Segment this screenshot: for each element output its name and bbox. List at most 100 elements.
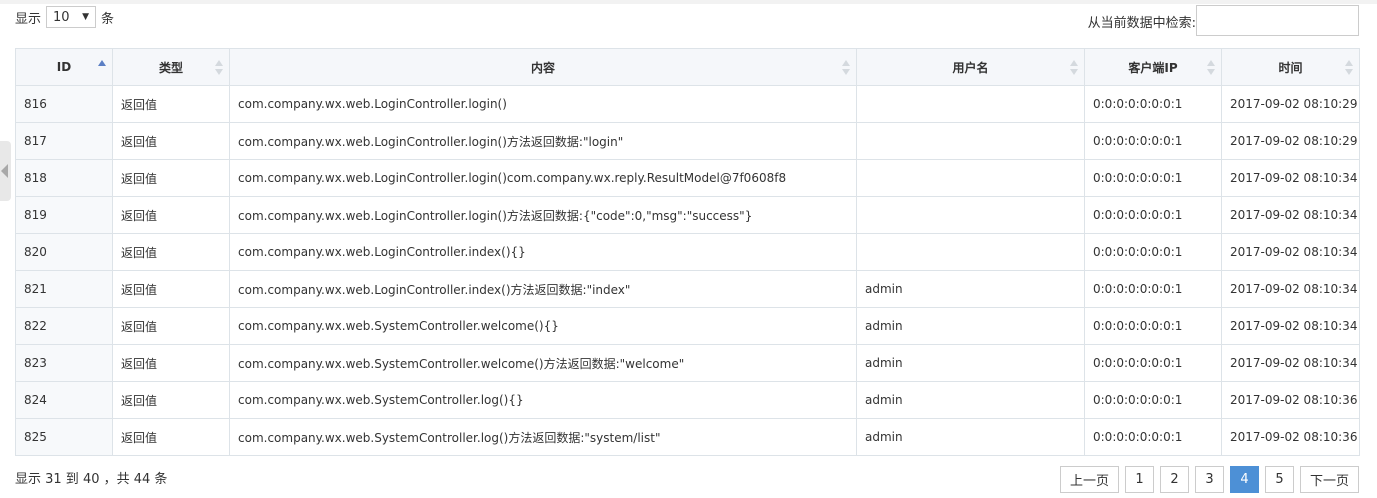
log-table: ID 类型 内容 用户名 客户端IP 时间 816 返回值 com.company.wx.we… [15, 48, 1360, 456]
chevron-left-icon [1, 164, 8, 178]
column-header[interactable]: 时间 [1221, 48, 1360, 86]
pagination: 上一页 12345 下一页 [1059, 466, 1359, 493]
id-cell: 823 [15, 344, 113, 382]
type-cell: 返回值 [112, 85, 230, 123]
time-cell: 2017-09-02 08:10:34 [1221, 159, 1360, 197]
caret-down-icon: ▼ [82, 12, 90, 22]
type-cell: 返回值 [112, 159, 230, 197]
table-row[interactable]: 820 返回值 com.company.wx.web.LoginController… [15, 233, 1360, 271]
sort-arrows-icon [1207, 60, 1215, 76]
client-ip-cell: 0:0:0:0:0:0:0:1 [1084, 159, 1222, 197]
id-cell: 819 [15, 196, 113, 234]
table-row[interactable]: 821 返回值 com.company.wx.web.LoginController… [15, 270, 1360, 308]
type-cell: 返回值 [112, 344, 230, 382]
column-header-label: ID [56, 60, 72, 74]
time-cell: 2017-09-02 08:10:34 [1221, 270, 1360, 308]
time-cell: 2017-09-02 08:10:34 [1221, 344, 1360, 382]
content-cell: com.company.wx.web.SystemController.welc… [229, 344, 857, 382]
client-ip-cell: 0:0:0:0:0:0:0:1 [1084, 122, 1222, 160]
next-page-button[interactable]: 下一页 [1299, 466, 1359, 493]
client-ip-cell: 0:0:0:0:0:0:0:1 [1084, 270, 1222, 308]
type-cell: 返回值 [112, 233, 230, 271]
page-button[interactable]: 5 [1264, 466, 1294, 493]
table-row[interactable]: 817 返回值 com.company.wx.web.LoginController… [15, 122, 1360, 160]
time-cell: 2017-09-02 08:10:36 [1221, 381, 1360, 419]
table-row[interactable]: 822 返回值 com.company.wx.web.SystemControlle… [15, 307, 1360, 345]
sort-asc-icon [98, 60, 106, 76]
sort-arrows-icon [1345, 60, 1353, 76]
time-cell: 2017-09-02 08:10:34 [1221, 196, 1360, 234]
content-cell: com.company.wx.web.LoginController.login… [229, 85, 857, 123]
table-row[interactable]: 824 返回值 com.company.wx.web.SystemControlle… [15, 381, 1360, 419]
content-cell: com.company.wx.web.LoginController.login… [229, 159, 857, 197]
content-cell: com.company.wx.web.SystemController.log(… [229, 381, 857, 419]
table-row[interactable]: 823 返回值 com.company.wx.web.SystemControlle… [15, 344, 1360, 382]
type-cell: 返回值 [112, 270, 230, 308]
sort-arrows-icon [215, 60, 223, 76]
client-ip-cell: 0:0:0:0:0:0:0:1 [1084, 344, 1222, 382]
id-cell: 821 [15, 270, 113, 308]
client-ip-cell: 0:0:0:0:0:0:0:1 [1084, 307, 1222, 345]
length-suffix: 条 [101, 11, 115, 27]
username-cell: admin [856, 307, 1085, 345]
username-cell: admin [856, 270, 1085, 308]
client-ip-cell: 0:0:0:0:0:0:0:1 [1084, 381, 1222, 419]
client-ip-cell: 0:0:0:0:0:0:0:1 [1084, 233, 1222, 271]
content-cell: com.company.wx.web.LoginController.index… [229, 270, 857, 308]
page-button[interactable]: 1 [1124, 466, 1154, 493]
page-button[interactable]: 4 [1229, 466, 1259, 493]
page-button[interactable]: 2 [1159, 466, 1189, 493]
time-cell: 2017-09-02 08:10:29 [1221, 85, 1360, 123]
type-cell: 返回值 [112, 418, 230, 456]
client-ip-cell: 0:0:0:0:0:0:0:1 [1084, 85, 1222, 123]
column-header-label: 时间 [1278, 60, 1303, 75]
username-cell [856, 85, 1085, 123]
id-cell: 818 [15, 159, 113, 197]
column-header-label: 用户名 [952, 60, 989, 75]
type-cell: 返回值 [112, 122, 230, 160]
content-cell: com.company.wx.web.SystemController.log(… [229, 418, 857, 456]
content-cell: com.company.wx.web.LoginController.login… [229, 196, 857, 234]
side-collapse-toggle[interactable] [0, 141, 11, 201]
sort-arrows-icon [1070, 60, 1078, 76]
time-cell: 2017-09-02 08:10:29 [1221, 122, 1360, 160]
search-control: 从当前数据中检索: [1088, 5, 1359, 36]
table-row[interactable]: 818 返回值 com.company.wx.web.LoginController… [15, 159, 1360, 197]
table-body: 816 返回值 com.company.wx.web.LoginController… [15, 85, 1360, 456]
column-header[interactable]: 用户名 [856, 48, 1085, 86]
table-info: 显示 31 到 40 ，共 44 条 [15, 472, 168, 487]
username-cell [856, 159, 1085, 197]
page-number-list: 12345 [1124, 466, 1294, 493]
prev-page-button[interactable]: 上一页 [1059, 466, 1119, 493]
column-header[interactable]: 客户端IP [1084, 48, 1222, 86]
sort-arrows-icon [842, 60, 850, 76]
time-cell: 2017-09-02 08:10:34 [1221, 233, 1360, 271]
type-cell: 返回值 [112, 381, 230, 419]
column-header-label: 内容 [530, 60, 555, 75]
column-header[interactable]: 类型 [112, 48, 230, 86]
client-ip-cell: 0:0:0:0:0:0:0:1 [1084, 196, 1222, 234]
column-header-label: 类型 [158, 60, 183, 75]
table-row[interactable]: 825 返回值 com.company.wx.web.SystemControlle… [15, 418, 1360, 456]
time-cell: 2017-09-02 08:10:36 [1221, 418, 1360, 456]
column-header[interactable]: ID [15, 48, 113, 86]
username-cell: admin [856, 381, 1085, 419]
table-row[interactable]: 816 返回值 com.company.wx.web.LoginController… [15, 85, 1360, 123]
id-cell: 817 [15, 122, 113, 160]
table-row[interactable]: 819 返回值 com.company.wx.web.LoginController… [15, 196, 1360, 234]
page-button[interactable]: 3 [1194, 466, 1224, 493]
id-cell: 822 [15, 307, 113, 345]
username-cell [856, 233, 1085, 271]
page-length-select[interactable]: 10 ▼ [46, 6, 97, 28]
username-cell [856, 196, 1085, 234]
content-cell: com.company.wx.web.LoginController.login… [229, 122, 857, 160]
content-cell: com.company.wx.web.SystemController.welc… [229, 307, 857, 345]
page-length-control: 显示 10 ▼ 条 [15, 6, 114, 28]
top-strip [0, 0, 1377, 4]
page-length-value: 10 [53, 9, 70, 25]
search-input[interactable] [1196, 5, 1359, 36]
length-prefix: 显示 [15, 11, 42, 27]
username-cell: admin [856, 344, 1085, 382]
column-header[interactable]: 内容 [229, 48, 857, 86]
username-cell: admin [856, 418, 1085, 456]
